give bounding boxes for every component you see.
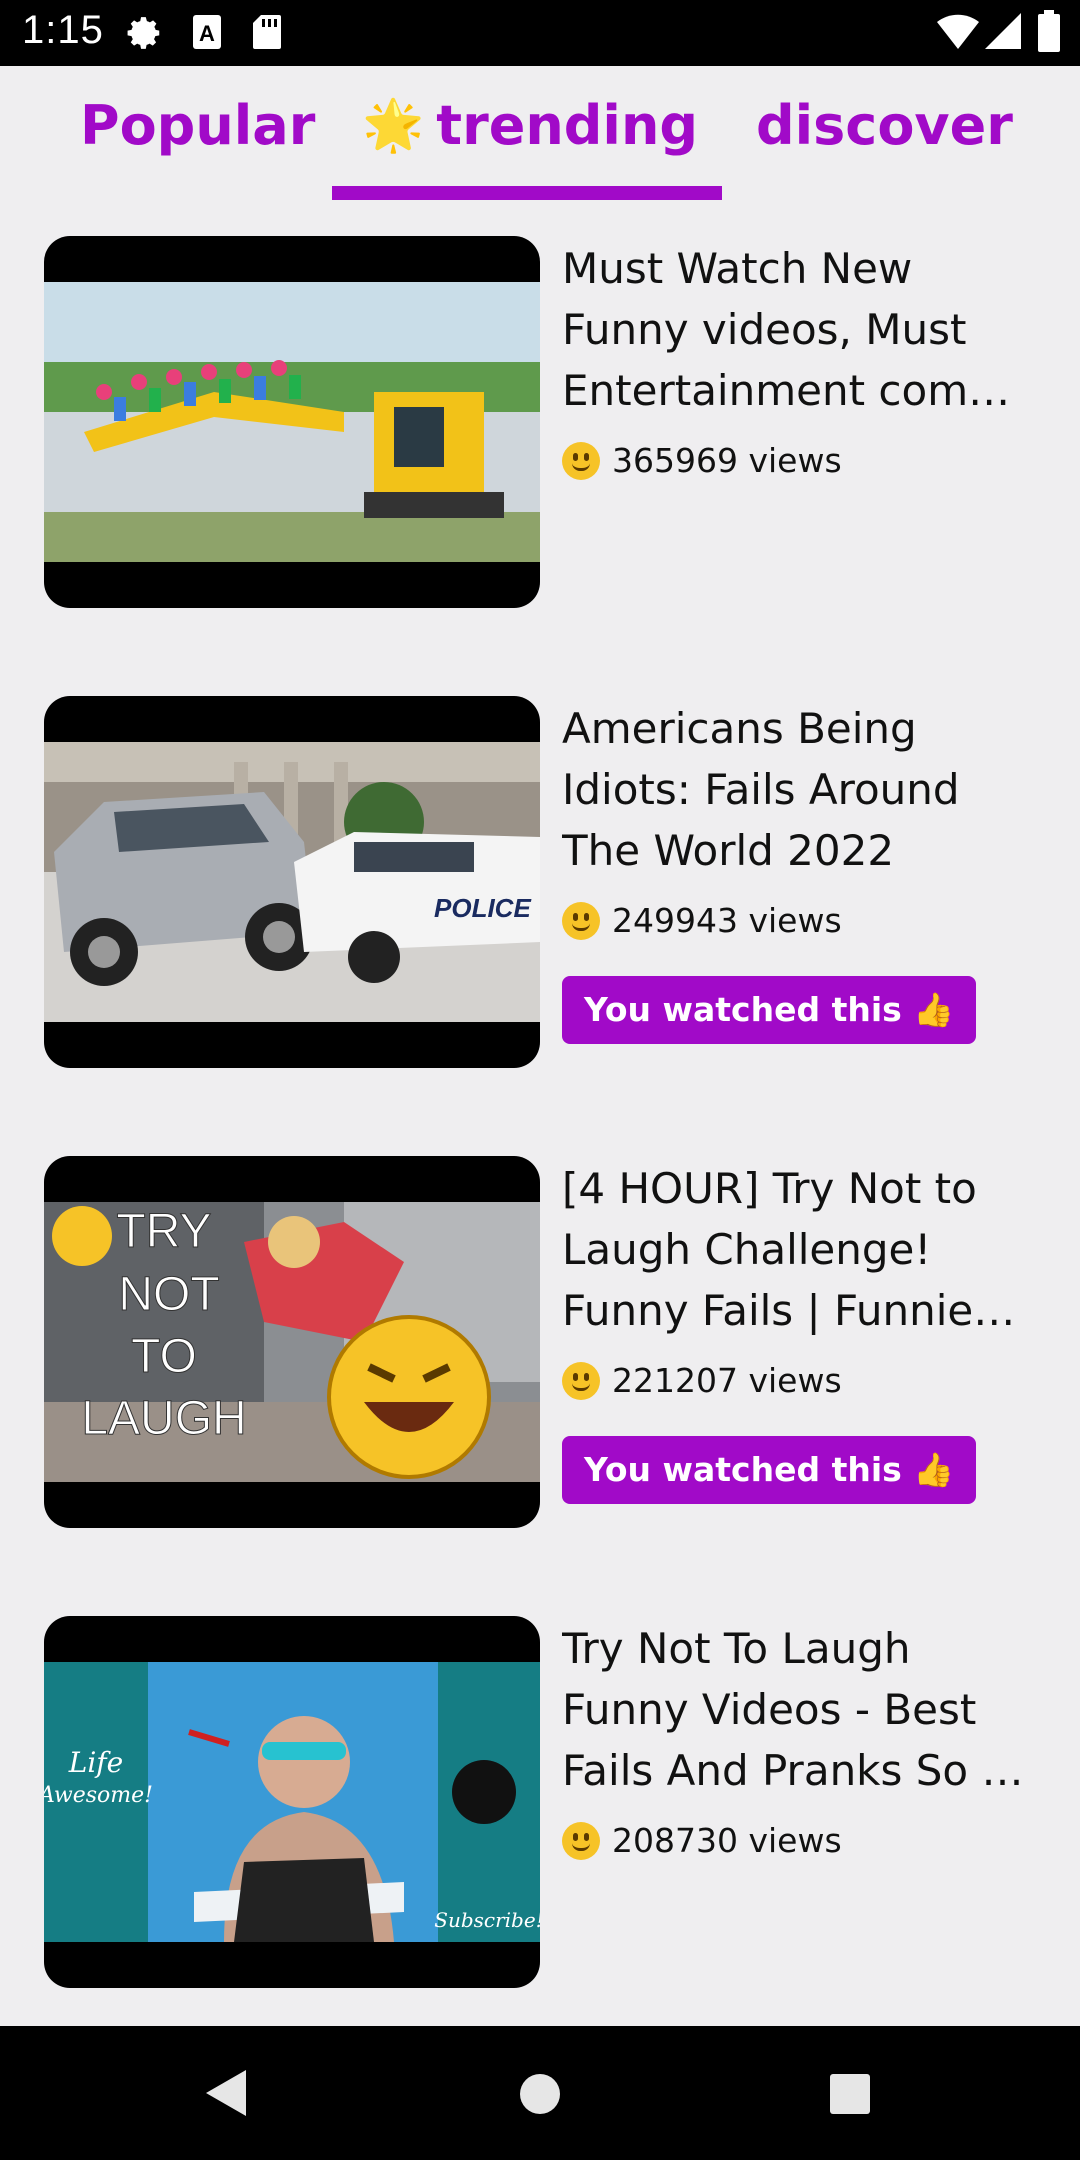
- pool-woman-thumbnail: Life Awesome! Subscribe!: [44, 1662, 540, 1942]
- tab-label: trending: [436, 94, 699, 157]
- video-item[interactable]: Life Awesome! Subscribe! Try Not To Laug…: [0, 1616, 1080, 1990]
- view-count-text: 249943 views: [612, 901, 842, 940]
- video-thumbnail[interactable]: POLICE: [44, 696, 540, 1068]
- thumbnail-text: TRY: [116, 1205, 211, 1258]
- tab-popular[interactable]: Popular: [80, 94, 315, 157]
- view-count: 221207 views: [562, 1361, 842, 1400]
- tab-bar: Popular 🌟 trending discover: [0, 66, 1080, 206]
- smiley-icon: [562, 901, 600, 940]
- view-count: 249943 views: [562, 901, 842, 940]
- smiley-icon: [562, 441, 600, 480]
- svg-text:POLICE: POLICE: [434, 893, 531, 923]
- watched-badge: You watched this 👍: [562, 1436, 977, 1504]
- gear-icon: [126, 14, 164, 56]
- tab-label: discover: [756, 94, 1013, 157]
- status-time: 1:15: [22, 8, 104, 52]
- thumbnail-text: Life: [68, 1746, 123, 1779]
- navigation-bar: [0, 2026, 1080, 2160]
- thumbnail-text: LAUGH: [81, 1392, 246, 1445]
- video-title: Try Not To Laugh Funny Videos - Best Fai…: [562, 1624, 1024, 1795]
- video-title: [4 HOUR] Try Not to Laugh Challenge! Fun…: [562, 1164, 1016, 1335]
- back-icon[interactable]: [204, 2068, 248, 2122]
- home-icon[interactable]: [520, 2074, 560, 2114]
- a-icon: A: [192, 14, 222, 54]
- thumbnail-text: TO: [131, 1330, 197, 1383]
- view-count-text: 365969 views: [612, 441, 842, 480]
- thumbnail-text: Awesome!: [44, 1783, 153, 1808]
- svg-text:A: A: [199, 21, 215, 46]
- view-count: 208730 views: [562, 1821, 842, 1860]
- video-thumbnail[interactable]: TRY NOT TO LAUGH: [44, 1156, 540, 1528]
- signal-icon: [984, 12, 1022, 54]
- video-title: Must Watch New Funny videos, Must Entert…: [562, 244, 1011, 415]
- smiley-icon: [562, 1821, 600, 1860]
- star-icon: 🌟: [362, 96, 425, 154]
- battery-icon: [1038, 10, 1060, 56]
- status-bar: 1:15 A: [0, 0, 1080, 66]
- tab-label: Popular: [80, 94, 316, 157]
- video-thumbnail[interactable]: Life Awesome! Subscribe!: [44, 1616, 540, 1988]
- sd-card-icon: [252, 14, 282, 54]
- view-count-text: 208730 views: [612, 1821, 842, 1860]
- video-thumbnail[interactable]: [44, 236, 540, 608]
- recents-icon[interactable]: [830, 2074, 870, 2114]
- video-item[interactable]: TRY NOT TO LAUGH [4 HOUR] Try Not to Lau…: [0, 1156, 1080, 1530]
- thumbnail-text: NOT: [118, 1268, 219, 1321]
- try-not-to-laugh-thumbnail: TRY NOT TO LAUGH: [44, 1202, 540, 1482]
- excavator-people-thumbnail: [44, 282, 540, 562]
- tab-trending[interactable]: 🌟 trending: [362, 94, 698, 157]
- thumbnail-text: Subscribe!: [434, 1908, 540, 1932]
- wifi-icon: [936, 12, 980, 54]
- view-count: 365969 views: [562, 441, 842, 480]
- video-item[interactable]: POLICE Americans Being Idiots: Fails Aro…: [0, 696, 1080, 1070]
- tab-discover[interactable]: discover: [756, 94, 1013, 157]
- car-police-crash-thumbnail: POLICE: [44, 742, 540, 1022]
- tab-indicator: [332, 186, 722, 200]
- watched-badge: You watched this 👍: [562, 976, 977, 1044]
- video-item[interactable]: Must Watch New Funny videos, Must Entert…: [0, 236, 1080, 610]
- view-count-text: 221207 views: [612, 1361, 842, 1400]
- smiley-icon: [562, 1361, 600, 1400]
- video-title: Americans Being Idiots: Fails Around The…: [562, 704, 960, 875]
